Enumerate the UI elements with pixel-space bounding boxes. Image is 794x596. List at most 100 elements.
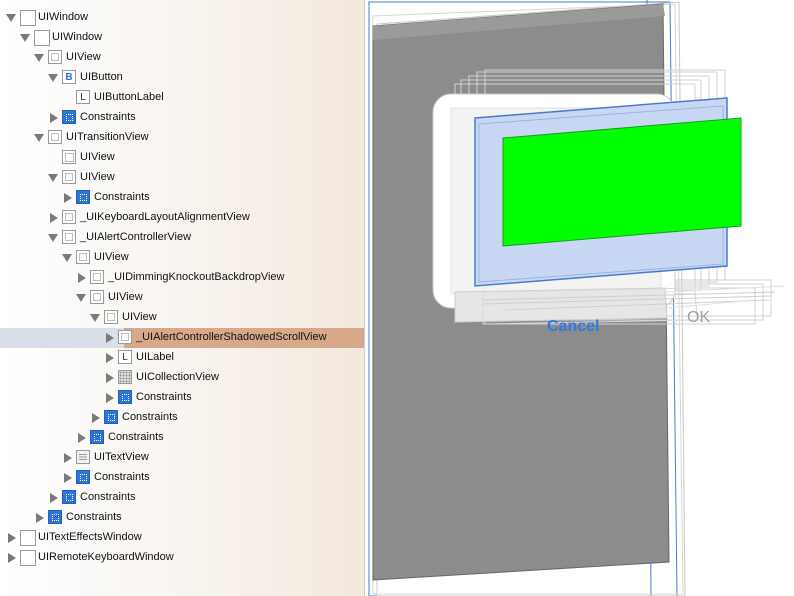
disclosure-closed-icon[interactable] (104, 348, 114, 368)
disclosure-closed-icon[interactable] (48, 488, 58, 508)
window-icon (20, 10, 36, 26)
tree-row-label: UIRemoteKeyboardWindow (38, 551, 174, 563)
disclosure-closed-icon[interactable] (34, 508, 44, 528)
tree-row[interactable]: UIView (0, 48, 364, 68)
constraints-icon (76, 190, 90, 204)
text-view-icon (76, 450, 90, 464)
tree-row[interactable]: UIView (0, 148, 364, 168)
tree-row[interactable]: UIWindow (0, 28, 364, 48)
tree-row-label: UIWindow (38, 11, 89, 23)
constraints-icon (62, 490, 76, 504)
tree-row-label: UIView (122, 311, 157, 323)
disclosure-closed-icon[interactable] (6, 548, 16, 568)
disclosure-closed-icon[interactable] (48, 108, 58, 128)
tree-row-label: Constraints (80, 491, 136, 503)
disclosure-open-icon[interactable] (34, 128, 44, 148)
tree-row-label: UIView (80, 151, 115, 163)
disclosure-closed-icon[interactable] (76, 268, 86, 288)
tree-row-label: _UIAlertControllerShadowedScrollView (136, 331, 327, 343)
tree-row-label: UIView (108, 291, 143, 303)
constraints-icon (48, 510, 62, 524)
disclosure-closed-icon[interactable] (62, 448, 72, 468)
tree-row-label: UICollectionView (136, 371, 219, 383)
tree-row-label: UITextEffectsWindow (38, 531, 142, 543)
disclosure-open-icon[interactable] (48, 228, 58, 248)
tree-row[interactable]: UITextView (0, 448, 364, 468)
tree-row-label: UIButtonLabel (94, 91, 164, 103)
button-icon: B (62, 70, 76, 84)
disclosure-closed-icon[interactable] (104, 328, 114, 348)
tree-row[interactable]: Constraints (0, 428, 364, 448)
disclosure-open-icon[interactable] (48, 168, 58, 188)
disclosure-open-icon[interactable] (76, 288, 86, 308)
tree-row[interactable]: UIView (0, 168, 364, 188)
tree-row-label: Constraints (108, 431, 164, 443)
tree-row-label: UIWindow (52, 31, 103, 43)
disclosure-closed-icon[interactable] (62, 188, 72, 208)
constraints-icon (76, 470, 90, 484)
disclosure-open-icon[interactable] (62, 248, 72, 268)
hierarchy-tree: UIWindow UIWindow UIView B UIButton L UIButton… (0, 8, 364, 568)
disclosure-open-icon[interactable] (34, 48, 44, 68)
label-icon: L (76, 90, 90, 104)
highlighted-content-view (502, 117, 742, 247)
tree-row[interactable]: _UIDimmingKnockoutBackdropView (0, 268, 364, 288)
tree-row[interactable]: L UIButtonLabel (0, 88, 364, 108)
tree-row-label: UILabel (136, 351, 174, 363)
tree-row[interactable]: Constraints (0, 468, 364, 488)
tree-row[interactable]: UITextEffectsWindow (0, 528, 364, 548)
view-hierarchy-navigator: UIWindow UIWindow UIView B UIButton L UIButton… (0, 0, 364, 596)
cancel-button-label[interactable]: Cancel (547, 318, 599, 336)
tree-row-label: UIView (66, 51, 101, 63)
exploded-3d-view[interactable] (365, 0, 794, 596)
disclosure-closed-icon[interactable] (104, 368, 114, 388)
view-icon (48, 50, 62, 64)
disclosure-open-icon[interactable] (90, 308, 100, 328)
tree-row-label: Constraints (66, 511, 122, 523)
tree-row[interactable]: Constraints (0, 108, 364, 128)
view-icon (118, 330, 132, 344)
tree-row[interactable]: Constraints (0, 408, 364, 428)
disclosure-open-icon[interactable] (20, 28, 30, 48)
disclosure-closed-icon[interactable] (48, 208, 58, 228)
disclosure-closed-icon[interactable] (104, 388, 114, 408)
tree-row-label: _UIDimmingKnockoutBackdropView (108, 271, 285, 283)
disclosure-open-icon[interactable] (6, 8, 16, 28)
tree-row[interactable]: UIRemoteKeyboardWindow (0, 548, 364, 568)
tree-row-label: UITransitionView (66, 131, 149, 143)
tree-row-label: UIView (94, 251, 129, 263)
collection-view-icon (118, 370, 132, 384)
tree-row-label: UIView (80, 171, 115, 183)
tree-row[interactable]: B UIButton (0, 68, 364, 88)
tree-row[interactable]: UIWindow (0, 8, 364, 28)
tree-row-label: Constraints (94, 191, 150, 203)
disclosure-closed-icon[interactable] (6, 528, 16, 548)
tree-row-label: UIButton (80, 71, 123, 83)
tree-row-label: Constraints (136, 391, 192, 403)
tree-row[interactable]: Constraints (0, 388, 364, 408)
tree-row[interactable]: Constraints (0, 508, 364, 528)
tree-row[interactable]: UICollectionView (0, 368, 364, 388)
ok-button-label[interactable]: OK (687, 309, 710, 327)
tree-row[interactable]: UIView (0, 308, 364, 328)
disclosure-closed-icon[interactable] (62, 468, 72, 488)
tree-row[interactable]: _UIAlertControllerView (0, 228, 364, 248)
constraints-icon (118, 390, 132, 404)
label-icon: L (118, 350, 132, 364)
tree-row[interactable]: UIView (0, 288, 364, 308)
plain-view-icon (62, 150, 76, 164)
tree-row[interactable]: L UILabel (0, 348, 364, 368)
disclosure-open-icon[interactable] (48, 68, 58, 88)
disclosure-closed-icon[interactable] (90, 408, 100, 428)
view-debugger-canvas[interactable]: Cancel OK (365, 0, 794, 596)
tree-row[interactable]: Constraints (0, 488, 364, 508)
tree-row-label: _UIAlertControllerView (80, 231, 192, 243)
tree-row[interactable]: UIView (0, 248, 364, 268)
tree-row-selected[interactable]: _UIAlertControllerShadowedScrollView (0, 328, 364, 348)
disclosure-closed-icon[interactable] (76, 428, 86, 448)
tree-row[interactable]: _UIKeyboardLayoutAlignmentView (0, 208, 364, 228)
tree-row[interactable]: UITransitionView (0, 128, 364, 148)
view-icon (62, 210, 76, 224)
view-icon (90, 270, 104, 284)
tree-row[interactable]: Constraints (0, 188, 364, 208)
